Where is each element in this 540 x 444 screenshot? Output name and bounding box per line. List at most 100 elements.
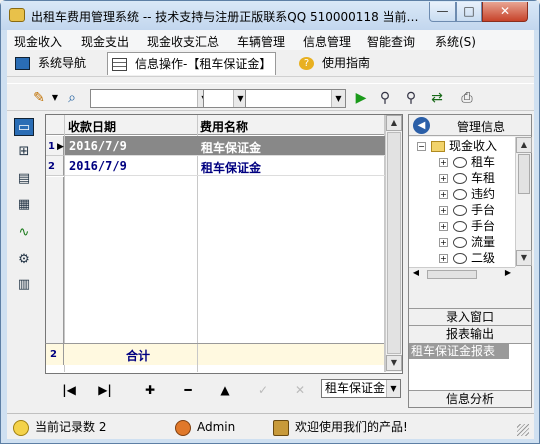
table-row[interactable]: 2016/7/9 租车保证金 [65,156,385,176]
menu-cash-summary[interactable]: 现金收支汇总 [147,33,219,50]
cell-fee-name: 租车保证金 [201,161,262,175]
expand-icon[interactable]: + [439,190,448,199]
tree-root[interactable]: − 现金收入 [417,139,497,154]
table-select-combo[interactable]: 租车保证金 ▼ [321,379,401,398]
expand-icon[interactable]: + [439,222,448,231]
menu-info[interactable]: 信息管理 [303,33,351,50]
collapse-icon[interactable]: − [417,142,426,151]
info-analysis-button[interactable]: 信息分析 [409,390,531,407]
left-toolbar: ▭ ⊞ ▤ ▦ ∿ ⚙ ▥ [9,114,39,410]
header-date[interactable]: 收款日期 [68,118,116,135]
app-window: 出租车费用管理系统 -- 技术支持与注册正版联系QQ 510000118 当前…… [0,0,540,444]
expand-icon[interactable]: + [439,206,448,215]
info-tree: − 现金收入 + 租车 + 车租 + 违约 + 手台 + 手台 + 流量 + 二级 [409,137,515,267]
tab-system-nav[interactable]: 系统导航 [15,52,86,75]
scroll-right-icon[interactable]: ▶ [501,268,515,281]
document-icon[interactable]: ▦ [14,196,34,214]
scroll-thumb[interactable] [427,270,477,279]
header-fee-name[interactable]: 费用名称 [200,118,248,135]
tab-label: 系统导航 [38,56,87,70]
add-record-button[interactable]: ✚ [140,382,160,398]
scroll-up-icon[interactable]: ▲ [516,137,532,153]
scroll-left-icon[interactable]: ◀ [409,268,423,281]
tree-item[interactable]: + 手台 [439,219,495,234]
field-combo[interactable]: ▼ [90,89,212,108]
item-icon [453,205,467,216]
tree-item[interactable]: + 手台 [439,203,495,218]
scroll-thumb[interactable] [518,154,530,194]
tree-item[interactable]: + 车租 [439,171,495,186]
status-bar: 当前记录数 2 Admin 欢迎使用我们的产品! [7,413,534,439]
welcome-text: 欢迎使用我们的产品! [295,420,408,434]
post-record-button[interactable]: ✓ [253,382,273,398]
tree-label: 违约 [471,187,496,201]
value-combo[interactable]: ▼ [245,89,346,108]
item-icon [453,237,467,248]
expand-icon[interactable]: + [439,254,448,263]
chart-icon[interactable]: ∿ [14,224,34,242]
form-icon[interactable]: ▤ [14,170,34,188]
table-row[interactable]: 2016/7/9 租车保证金 [65,136,385,156]
scroll-down-icon[interactable]: ▼ [516,250,532,266]
report-item[interactable]: 租车保证金报表 [409,344,509,359]
tree-structure-icon[interactable]: ⊞ [14,143,34,161]
entry-window-button[interactable]: 录入窗口 [409,308,531,325]
refresh-icon[interactable]: ⇄ [427,89,447,107]
scroll-up-icon[interactable]: ▲ [386,115,402,131]
window-title: 出租车费用管理系统 -- 技术支持与注册正版联系QQ 510000118 当前… [31,10,419,24]
tree-item[interactable]: + 二级 [439,251,495,266]
expand-icon[interactable]: + [439,174,448,183]
right-panel: ◀ 管理信息 − 现金收入 + 租车 + 车租 + 违约 + 手台 + 手台 + 流量 + 二级… [408,114,532,408]
resize-grip-icon[interactable] [517,424,529,436]
tree-label: 二级 [471,251,496,265]
summary-row: 2 合计 [45,343,384,365]
scroll-down-icon[interactable]: ▼ [386,355,402,371]
grid-vertical-scrollbar[interactable]: ▲ ▼ [385,115,402,372]
row-number: 1 [48,141,55,152]
tab-info-operation[interactable]: 信息操作-【租车保证金】 [107,52,277,75]
report-output-button[interactable]: 报表输出 [409,325,531,342]
expand-icon[interactable]: + [439,158,448,167]
menu-cash-expense[interactable]: 现金支出 [81,33,129,50]
trash-icon[interactable]: ▥ [14,276,34,294]
play-icon[interactable]: ▶ [351,89,371,107]
row-indicator[interactable]: 1 ▶ [46,136,64,156]
gift-icon [273,419,289,436]
row-number: 2 [48,161,55,172]
edit-record-button[interactable]: ▲ [215,382,235,398]
menu-system[interactable]: 系统(S) [435,33,476,50]
settings-icon[interactable]: ⚙ [14,251,34,269]
report-list: 租车保证金报表 [409,343,531,391]
close-button[interactable]: ✕ [482,2,528,22]
tree-item[interactable]: + 租车 [439,155,495,170]
scroll-thumb[interactable] [387,132,401,354]
back-arrow-icon[interactable]: ◀ [413,117,430,134]
tree-label: 手台 [471,219,496,233]
expand-icon[interactable]: + [439,238,448,247]
operator-combo[interactable]: ▼ [203,89,248,108]
search-icon[interactable]: ⌕ [62,89,82,107]
tree-horizontal-scrollbar[interactable]: ◀ ▶ [409,267,515,281]
cancel-record-button[interactable]: ✕ [290,382,310,398]
last-record-button[interactable]: ▶| [95,382,115,398]
tab-label: 信息操作-【租车保证金】 [135,57,272,71]
menu-vehicle[interactable]: 车辆管理 [237,33,285,50]
row-indicator[interactable]: 2 [46,156,64,176]
tree-label: 流量 [471,235,496,249]
delete-record-button[interactable]: ━ [178,382,198,398]
minimize-button[interactable]: — [429,2,456,22]
find-icon[interactable]: ⚲ [375,89,395,107]
tab-user-guide[interactable]: ? 使用指南 [299,52,370,75]
item-icon [453,173,467,184]
tree-item[interactable]: + 违约 [439,187,495,202]
print-icon[interactable]: ⎙ [457,89,477,107]
tree-item[interactable]: + 流量 [439,235,495,250]
first-record-button[interactable]: |◀ [59,382,79,398]
maximize-button[interactable]: □ [456,2,482,22]
menu-cash-income[interactable]: 现金收入 [14,33,62,50]
user-icon [175,419,191,436]
find-next-icon[interactable]: ⚲ [401,89,421,107]
monitor-icon[interactable]: ▭ [14,118,34,136]
menu-query[interactable]: 智能查询 [367,33,415,50]
tree-vertical-scrollbar[interactable]: ▲ ▼ [515,137,532,267]
